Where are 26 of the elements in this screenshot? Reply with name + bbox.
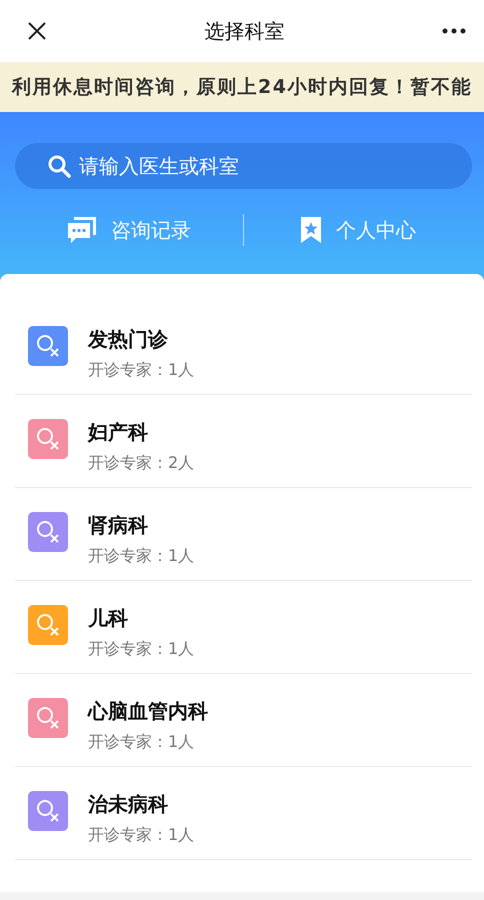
- page-title: 选择科室: [204, 18, 284, 44]
- search-icon: [47, 154, 71, 178]
- department-name: 心脑血管内科: [88, 698, 208, 725]
- expert-count: 开诊专家：1人: [88, 360, 194, 381]
- department-name: 发热门诊: [88, 326, 169, 353]
- department-name: 妇产科: [88, 419, 149, 446]
- notice-banner: 利用休息时间咨询，原则上24小时内回复！暂不能: [0, 62, 484, 112]
- bookmark-star-icon: [300, 216, 322, 244]
- more-icon[interactable]: [442, 28, 466, 34]
- expert-count: 开诊专家：1人: [88, 546, 194, 567]
- department-item[interactable]: 妇产科 开诊专家：2人: [15, 395, 472, 488]
- close-icon[interactable]: [27, 21, 47, 41]
- expert-count: 开诊专家：1人: [88, 639, 194, 660]
- expert-count: 开诊专家：2人: [88, 453, 194, 474]
- expert-count: 开诊专家：1人: [88, 732, 196, 753]
- department-item[interactable]: 发热门诊 开诊专家：1人: [15, 302, 472, 395]
- department-name: 治未病科: [88, 791, 169, 818]
- department-item[interactable]: 肾病科 开诊专家：1人: [15, 488, 472, 581]
- department-name: 肾病科: [88, 512, 149, 539]
- department-item[interactable]: 儿科 开诊专家：1人: [15, 581, 472, 674]
- chat-icon: [67, 216, 97, 244]
- expert-count: 开诊专家：1人: [88, 825, 194, 846]
- department-item[interactable]: 心脑血管内科 开诊专家：1人: [15, 674, 472, 767]
- search-field[interactable]: 请输入医生或科室: [15, 143, 472, 189]
- department-item[interactable]: 治未病科 开诊专家：1人: [15, 767, 472, 860]
- department-name: 儿科: [88, 605, 129, 632]
